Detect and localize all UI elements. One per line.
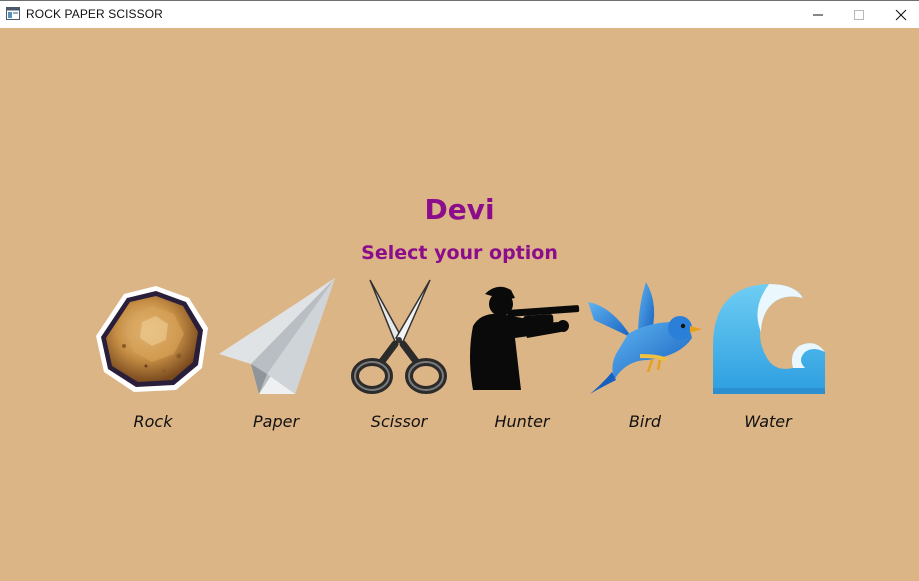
window-title: ROCK PAPER SCISSOR — [26, 7, 163, 21]
option-label: Water — [744, 412, 792, 431]
option-label: Hunter — [494, 412, 550, 431]
maximize-button[interactable] — [838, 1, 880, 29]
app-icon — [6, 7, 20, 20]
option-scissor[interactable]: Scissor — [340, 276, 458, 436]
option-label: Bird — [628, 412, 662, 431]
rock-icon — [96, 286, 208, 392]
option-label: Rock — [133, 412, 173, 431]
select-option-prompt: Select your option — [361, 242, 558, 264]
bird-icon — [588, 282, 702, 394]
scissors-icon — [351, 279, 447, 394]
option-label: Scissor — [370, 412, 428, 431]
title-bar[interactable]: ROCK PAPER SCISSOR — [0, 0, 919, 28]
option-hunter[interactable]: Hunter — [463, 276, 581, 436]
close-button[interactable] — [880, 1, 919, 29]
minimize-icon — [813, 14, 823, 16]
water-wave-icon — [713, 284, 825, 394]
paper-plane-icon — [219, 278, 335, 394]
maximize-icon — [854, 10, 864, 20]
close-icon — [895, 9, 907, 21]
option-water[interactable]: Water — [709, 276, 827, 436]
option-rock[interactable]: Rock — [94, 276, 212, 436]
minimize-button[interactable] — [797, 1, 839, 29]
hunter-icon — [470, 286, 580, 390]
option-label: Paper — [252, 412, 300, 431]
player-name: Devi — [424, 193, 495, 226]
option-paper[interactable]: Paper — [217, 276, 335, 436]
option-bird[interactable]: Bird — [586, 276, 704, 436]
